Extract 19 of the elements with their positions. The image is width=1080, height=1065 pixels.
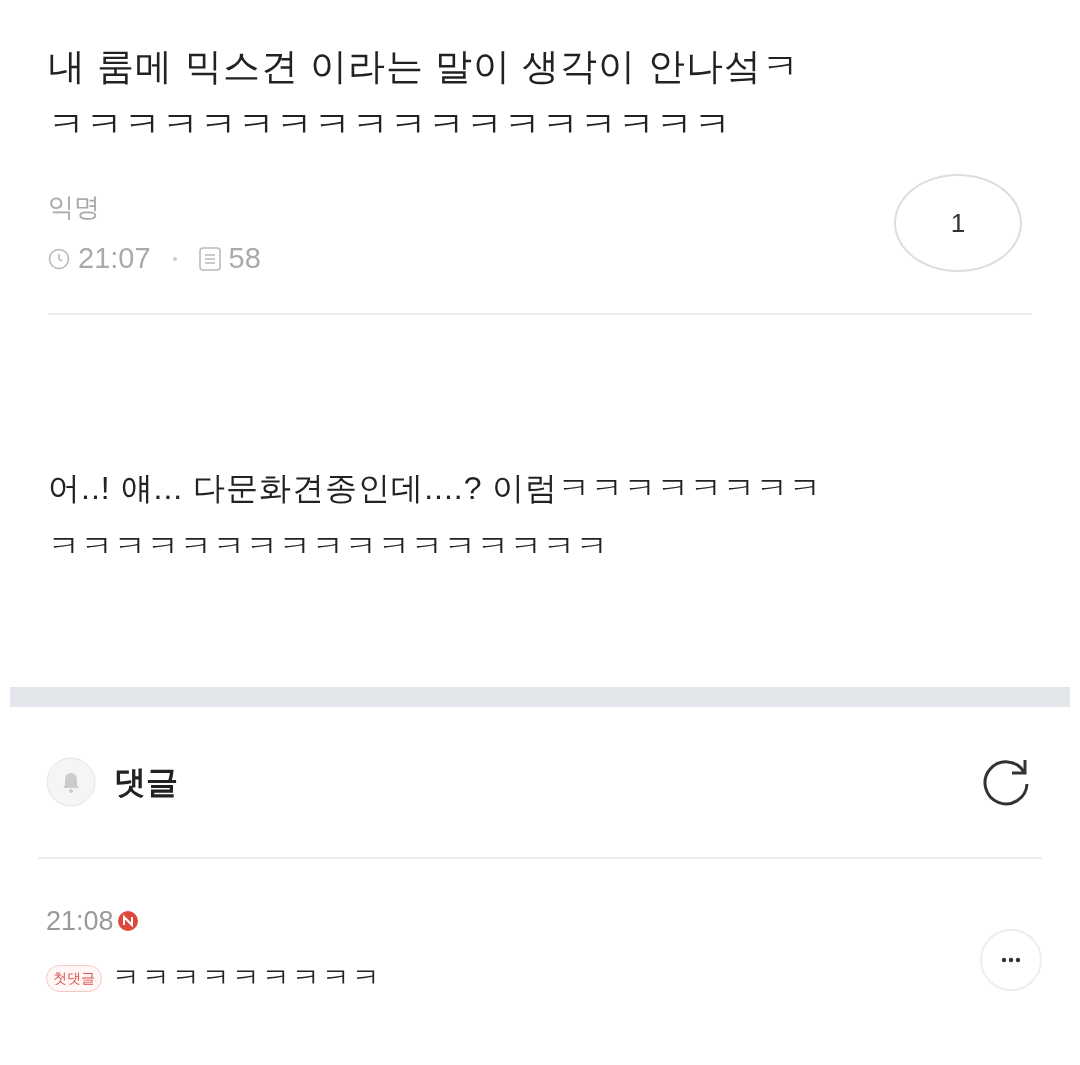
comments-heading: 댓글 <box>114 762 178 802</box>
author-name: 익명 <box>48 191 100 224</box>
post-title: ㅋㅋㅋㅋㅋㅋㅋㅋㅋㅋㅋㅋㅋㅋㅋㅋㅋㅋ <box>48 103 733 147</box>
more-options-button[interactable] <box>980 928 1042 991</box>
comment-text: ㅋㅋㅋㅋㅋㅋㅋㅋㅋ <box>112 961 382 995</box>
comment-time: 21:08 <box>46 904 114 938</box>
post-time: 21:07 <box>78 241 151 276</box>
new-badge-icon <box>117 910 138 931</box>
post-title: 내 룸메 믹스견 이라는 말이 생각이 안나섴ㅋ <box>48 45 801 89</box>
document-icon <box>198 246 221 271</box>
post-body-line: ㅋㅋㅋㅋㅋㅋㅋㅋㅋㅋㅋㅋㅋㅋㅋㅋㅋ <box>48 526 609 566</box>
clock-icon <box>48 247 70 270</box>
bell-icon[interactable] <box>46 756 96 807</box>
dot-separator-icon <box>172 256 177 261</box>
comment-count-bubble[interactable]: 1 <box>894 174 1022 272</box>
first-comment-badge: 첫댓글 <box>46 964 102 992</box>
post-body-line: 어..! 얘... 다문화견종인데....? 이럼ㅋㅋㅋㅋㅋㅋㅋㅋ <box>48 468 823 508</box>
more-icon <box>1001 956 1021 963</box>
view-count: 58 <box>228 241 261 276</box>
